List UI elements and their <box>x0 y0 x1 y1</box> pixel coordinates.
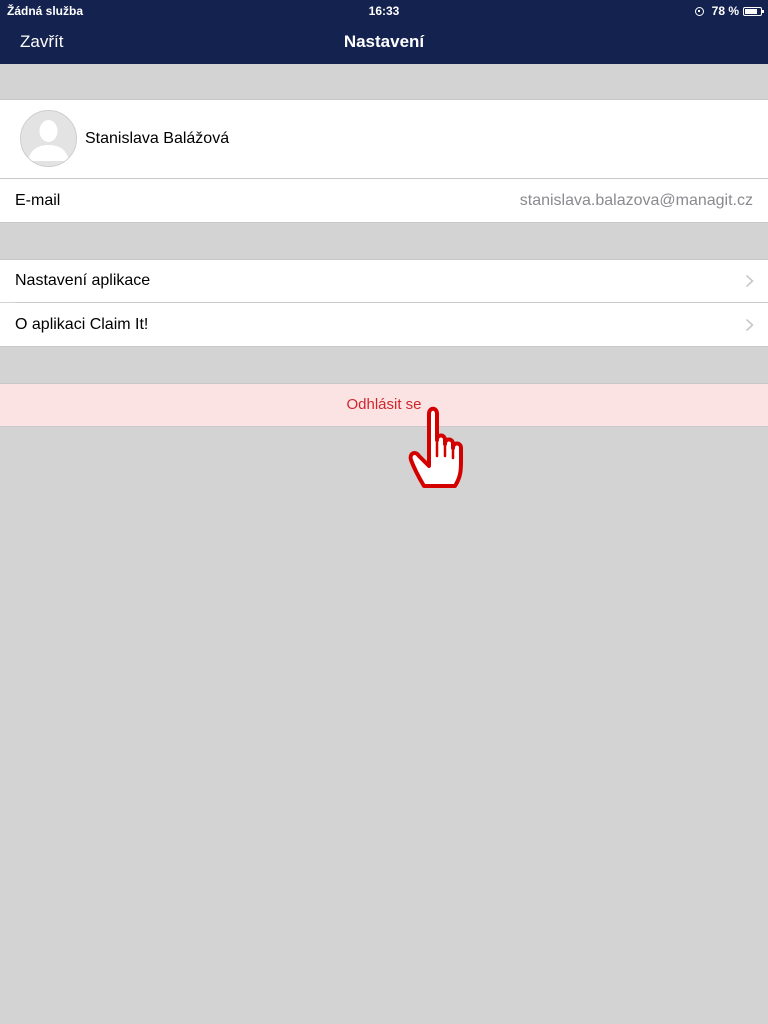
divider <box>0 222 768 223</box>
divider <box>0 426 768 427</box>
logout-button[interactable]: Odhlásit se <box>0 384 768 426</box>
chevron-right-icon <box>745 318 754 332</box>
menu-item-label: O aplikaci Claim It! <box>15 316 149 333</box>
rotation-lock-icon <box>694 6 704 16</box>
profile-name: Stanislava Balážová <box>85 130 230 147</box>
user-silhouette-icon <box>21 111 76 166</box>
battery-fill <box>745 8 757 14</box>
email-label: E-mail <box>15 192 61 209</box>
battery-percent: 78 % <box>711 4 739 18</box>
clock-label: 16:33 <box>368 4 400 18</box>
battery-icon <box>743 6 764 16</box>
profile-row[interactable]: Stanislava Balážová <box>0 100 768 178</box>
chevron-right-icon <box>745 274 754 288</box>
menu-item-label: Nastavení aplikace <box>15 272 151 289</box>
menu-item-about[interactable]: O aplikaci Claim It! <box>0 303 768 346</box>
navigation-bar: Žádná služba 16:33 78 % Zavřít Nastavení <box>0 0 768 64</box>
status-indicators: 78 % <box>694 3 764 19</box>
email-row: E-mail stanislava.balazova@managit.cz <box>0 179 768 222</box>
avatar <box>20 110 77 167</box>
divider <box>0 346 768 347</box>
page-title: Nastavení <box>343 32 425 51</box>
hand-pointer-icon <box>408 406 463 488</box>
menu-item-app-settings[interactable]: Nastavení aplikace <box>0 260 768 302</box>
email-value: stanislava.balazova@managit.cz <box>519 192 753 209</box>
